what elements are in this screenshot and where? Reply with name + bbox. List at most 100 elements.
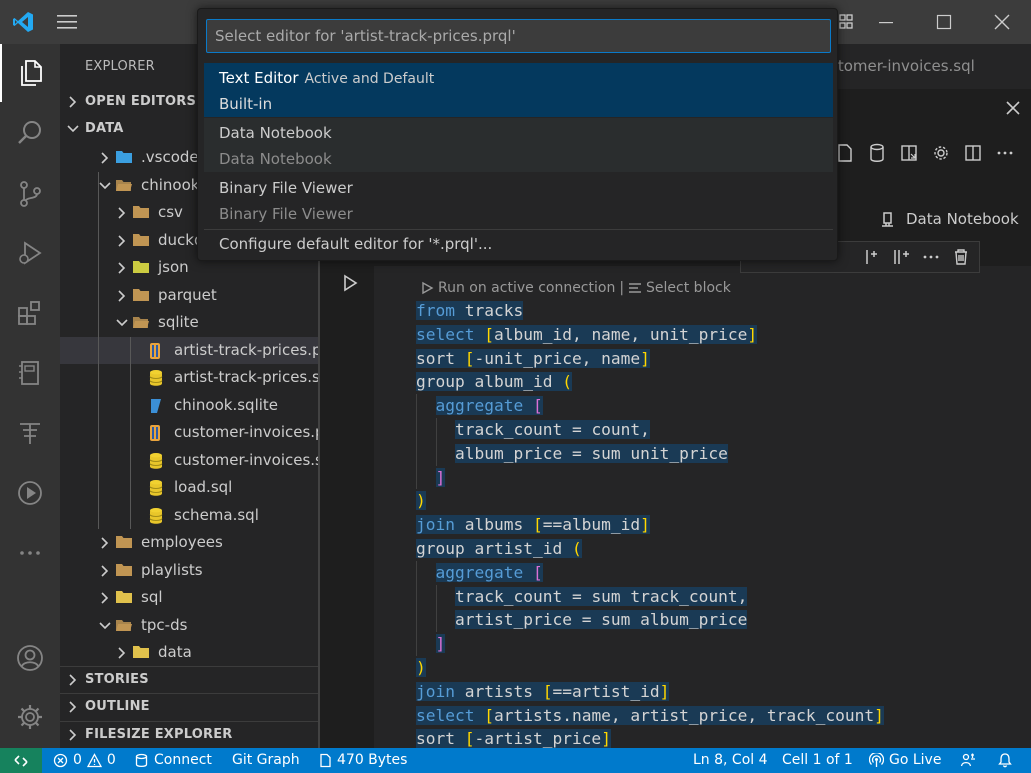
code-token: tracks xyxy=(454,301,524,320)
extensions-icon[interactable] xyxy=(0,284,60,342)
code-token: ] xyxy=(640,348,650,368)
explorer-icon[interactable] xyxy=(0,44,60,102)
configure-default-editor-item[interactable]: Configure default editor for '*.prql'... xyxy=(219,235,492,253)
play-icon[interactable] xyxy=(0,464,60,522)
editor-toolbar xyxy=(835,142,1015,164)
minimize-icon[interactable] xyxy=(876,13,896,33)
close-icon[interactable] xyxy=(992,12,1012,32)
notifications-bell-icon[interactable] xyxy=(997,752,1013,768)
cell-indicator[interactable]: Cell 1 of 1 xyxy=(782,752,853,768)
prql-file-icon xyxy=(148,424,162,442)
code-line: from tracks xyxy=(416,299,884,323)
chevron-down-icon xyxy=(66,122,80,136)
account-icon[interactable] xyxy=(0,629,60,687)
remote-icon xyxy=(14,754,28,767)
chevron-right-icon xyxy=(115,206,129,220)
chevron-right-icon xyxy=(115,234,129,248)
tree-folder[interactable]: tpc-ds xyxy=(60,612,320,639)
tab-customer-invoices[interactable]: stomer-invoices.sql xyxy=(830,57,975,75)
sidebar-title: EXPLORER xyxy=(85,59,155,74)
code-line: artist_price = sum album_price xyxy=(416,608,884,633)
notebook-kernel-label[interactable]: Data Notebook xyxy=(878,209,1019,229)
close-editor-icon[interactable] xyxy=(1005,100,1021,116)
notebook-icon[interactable] xyxy=(0,344,60,402)
tree-item-label: load.sql xyxy=(174,478,233,496)
code-token: sort xyxy=(416,729,465,748)
tree-folder[interactable]: sql xyxy=(60,584,320,611)
feedback-icon[interactable] xyxy=(960,752,976,768)
tree-item-label: csv xyxy=(158,203,183,221)
folder-icon xyxy=(132,259,150,275)
outline-section[interactable]: OUTLINE xyxy=(60,693,320,719)
tree-file[interactable]: customer-invoices.sql xyxy=(60,447,320,474)
delete-cell-icon[interactable] xyxy=(951,247,971,267)
more-icon[interactable] xyxy=(0,524,60,582)
tree-folder[interactable]: employees xyxy=(60,529,320,556)
split-editor-icon[interactable] xyxy=(963,142,983,164)
filesize-explorer-section[interactable]: FILESIZE EXPLORER xyxy=(60,721,320,747)
settings-gear-icon[interactable] xyxy=(0,688,60,746)
code-token: artists xyxy=(454,681,543,701)
filesize-indicator[interactable]: 470 Bytes xyxy=(318,752,407,768)
tree-item-label: json xyxy=(158,258,189,276)
filesize-icon[interactable] xyxy=(0,404,60,462)
code-token: select xyxy=(416,324,475,344)
remote-indicator[interactable] xyxy=(0,748,42,773)
tree-folder[interactable]: parquet xyxy=(60,282,320,309)
git-graph-button[interactable]: Git Graph xyxy=(232,752,300,768)
tree-file[interactable]: customer-invoices.prql xyxy=(60,419,320,446)
problems-indicator[interactable]: 0 0 xyxy=(53,752,116,768)
cursor-position[interactable]: Ln 8, Col 4 xyxy=(693,752,768,768)
run-cell-button[interactable] xyxy=(342,274,358,292)
select-block-link[interactable]: Select block xyxy=(646,280,731,296)
tree-folder[interactable]: playlists xyxy=(60,557,320,584)
hamburger-menu-icon[interactable] xyxy=(55,12,79,32)
quick-pick-item-text-editor[interactable]: Text Editor Active and Default Built-in xyxy=(204,63,833,117)
code-token: -unit_price, name xyxy=(474,348,641,368)
run-debug-icon[interactable] xyxy=(0,224,60,282)
search-icon[interactable] xyxy=(0,104,60,162)
code-token: track_count = sum track_count, xyxy=(455,586,748,606)
tree-file[interactable]: artist-track-prices.prql xyxy=(60,336,320,364)
maximize-icon[interactable] xyxy=(934,12,954,32)
item-source: Data Notebook xyxy=(219,150,332,168)
go-live-button[interactable]: Go Live xyxy=(869,752,941,768)
new-file-icon[interactable] xyxy=(835,142,855,164)
split-cell-icon[interactable] xyxy=(891,247,911,267)
tree-item-label: chinook xyxy=(141,175,200,194)
code-token: ) xyxy=(416,491,426,511)
quick-pick-item-binary-viewer[interactable]: Binary File Viewer Binary File Viewer xyxy=(204,173,833,227)
gear-icon[interactable] xyxy=(931,142,951,164)
tree-folder[interactable]: sqlite xyxy=(60,309,320,336)
cell-indicator-label: Cell 1 of 1 xyxy=(782,752,853,768)
indent-guide xyxy=(435,441,437,466)
open-preview-icon[interactable] xyxy=(899,142,919,164)
tree-folder[interactable]: data xyxy=(60,639,320,666)
tree-file[interactable]: artist-track-prices.sql xyxy=(60,364,320,391)
tree-file[interactable]: load.sql xyxy=(60,474,320,501)
chevron-right-icon xyxy=(98,536,112,550)
code-selection: sort [-unit_price, name] xyxy=(416,348,650,368)
add-cell-above-icon[interactable] xyxy=(861,247,879,267)
code-editor[interactable]: from tracks select [album_id, name, unit_… xyxy=(416,299,884,748)
tree-file[interactable]: chinook.sqlite xyxy=(60,392,320,419)
connect-button[interactable]: Connect xyxy=(134,752,212,768)
code-line: album_price = sum unit_price xyxy=(416,441,884,466)
code-line: sort [-unit_price, name] xyxy=(416,347,884,371)
cell-more-icon[interactable] xyxy=(921,247,941,267)
database-icon[interactable] xyxy=(867,142,887,164)
code-line: group artist_id ( xyxy=(416,537,884,561)
tree-item-label: chinook.sqlite xyxy=(174,395,279,414)
more-actions-icon[interactable] xyxy=(995,142,1015,164)
tree-item-label: sql xyxy=(141,588,163,606)
code-token: artist_price = sum album_price xyxy=(455,610,748,630)
tree-file[interactable]: schema.sql xyxy=(60,502,320,529)
quick-pick-input[interactable] xyxy=(206,19,831,53)
source-control-icon[interactable] xyxy=(0,165,60,223)
stories-section[interactable]: STORIES xyxy=(60,666,320,692)
run-on-active-connection-link[interactable]: Run on active connection xyxy=(438,280,615,296)
layout-icon[interactable] xyxy=(836,12,856,32)
indent-guide xyxy=(130,336,131,529)
activity-bar xyxy=(0,44,60,748)
quick-pick-item-data-notebook[interactable]: Data Notebook Data Notebook xyxy=(204,118,833,172)
